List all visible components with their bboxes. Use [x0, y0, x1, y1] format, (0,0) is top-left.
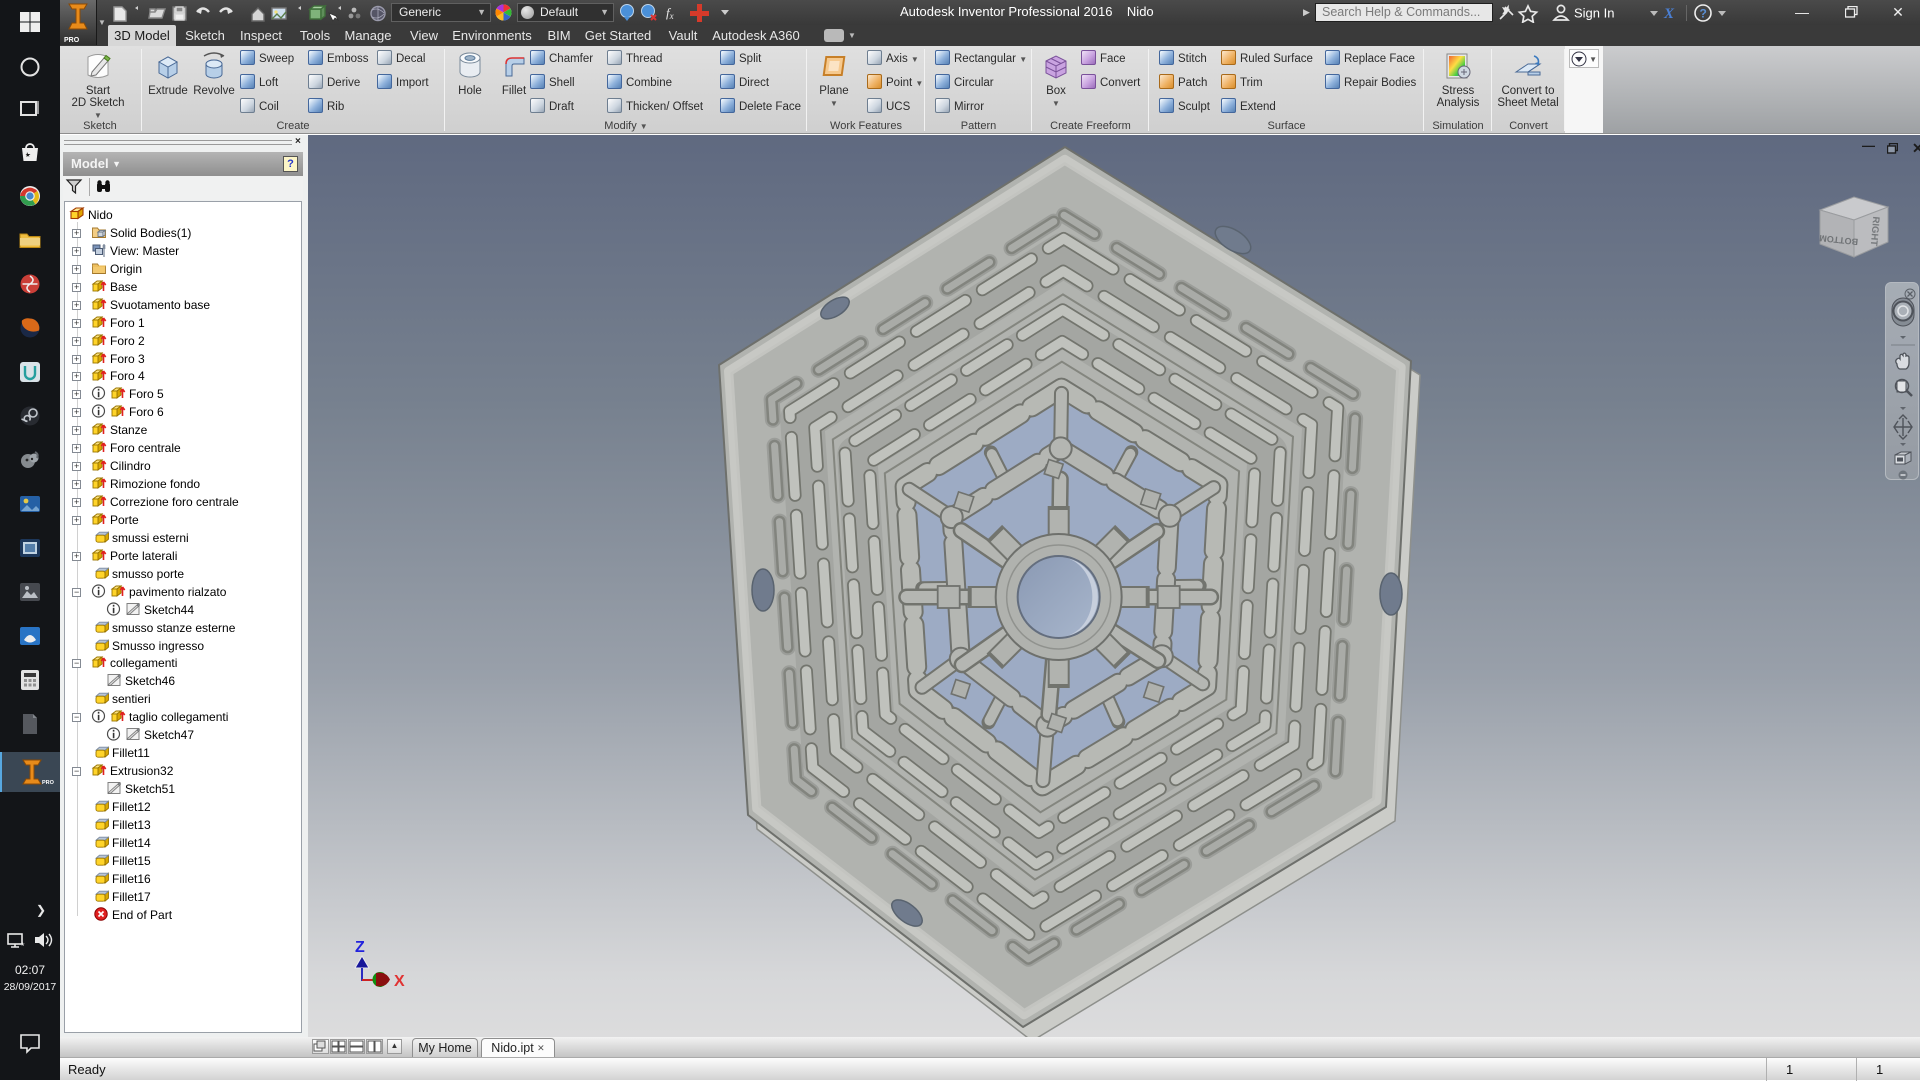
svg-text:Sign In: Sign In	[1574, 6, 1614, 21]
svg-text:*: *	[21, 941, 25, 950]
svg-text:Z: Z	[355, 939, 365, 956]
svg-text:?: ?	[1700, 7, 1707, 21]
svg-text:X: X	[1663, 6, 1675, 22]
svg-text:fx: fx	[666, 5, 674, 21]
svg-text:X: X	[394, 973, 405, 990]
